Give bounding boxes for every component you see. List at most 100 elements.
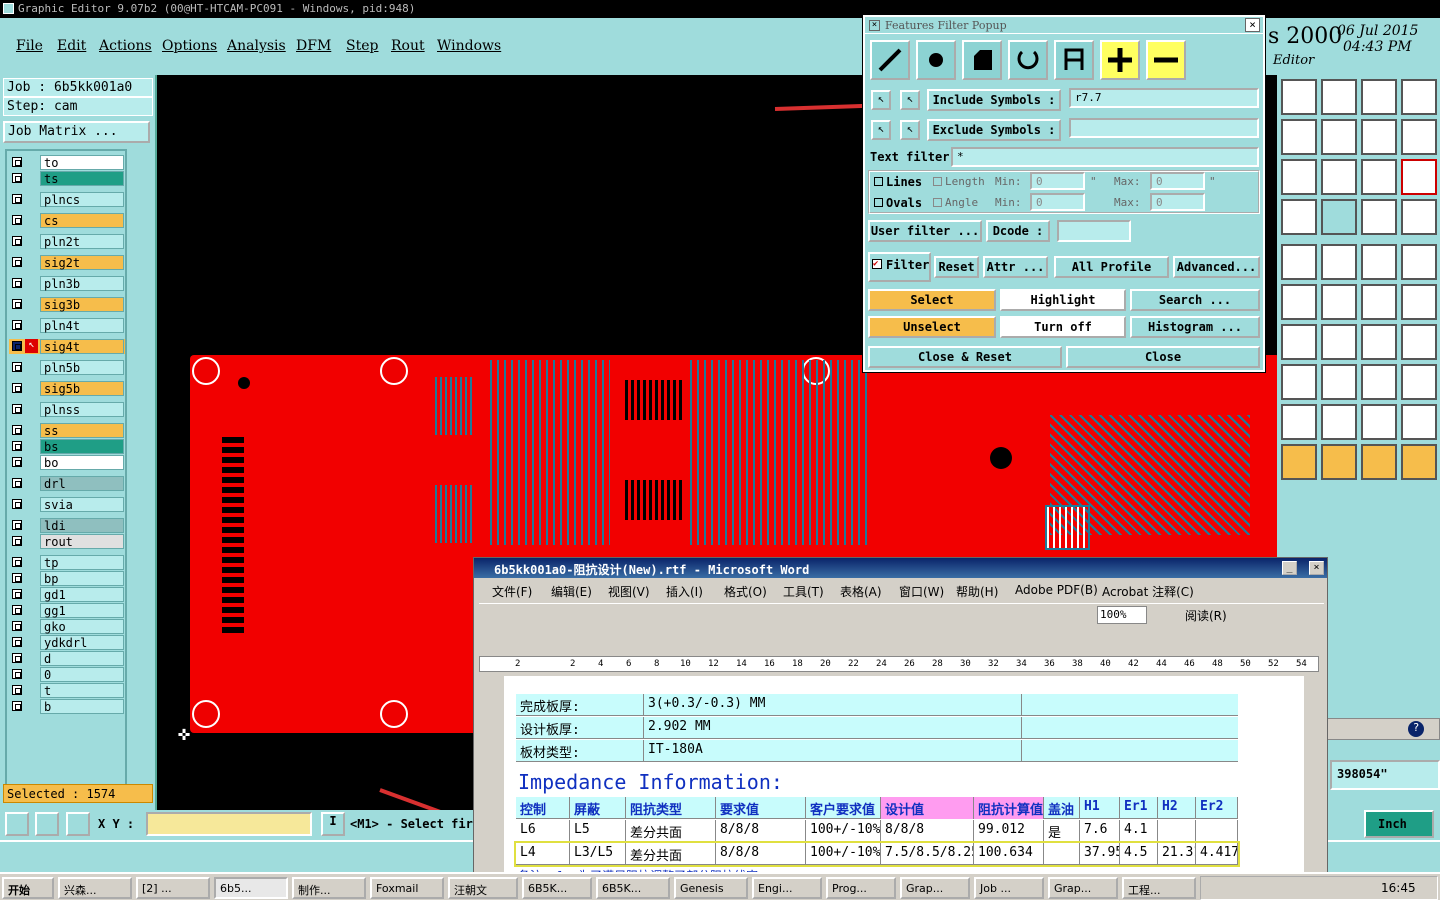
layer-row[interactable]: svia bbox=[9, 497, 125, 512]
user-filter-button[interactable]: User filter ... bbox=[868, 220, 982, 242]
layer-checkbox[interactable] bbox=[12, 701, 22, 711]
popup-menu-icon[interactable]: × bbox=[869, 20, 880, 31]
taskbar-item[interactable]: 汪朝文 bbox=[448, 877, 518, 899]
word-menu-format[interactable]: 格式(O) bbox=[724, 583, 767, 600]
layer-row[interactable]: sig2t bbox=[9, 255, 125, 270]
help-icon[interactable] bbox=[1401, 159, 1437, 195]
menu-rout[interactable]: Rout bbox=[391, 38, 425, 54]
layer-checkbox[interactable] bbox=[12, 341, 22, 351]
layer-checkbox[interactable] bbox=[12, 299, 22, 309]
measure-icon[interactable] bbox=[35, 812, 59, 836]
taskbar-item[interactable]: Genesis bbox=[674, 877, 748, 899]
tool-icon[interactable] bbox=[1281, 119, 1317, 155]
tool-icon[interactable] bbox=[1321, 79, 1357, 115]
positive-polarity-icon[interactable] bbox=[1100, 40, 1140, 80]
taskbar-item[interactable]: Foxmail bbox=[370, 877, 444, 899]
pointer-icon[interactable] bbox=[1401, 444, 1437, 480]
layer-checkbox[interactable] bbox=[12, 194, 22, 204]
tool-icon[interactable] bbox=[1361, 159, 1397, 195]
taskbar-item[interactable]: Grap... bbox=[900, 877, 970, 899]
tool-icon[interactable] bbox=[1361, 244, 1397, 280]
xy-input[interactable] bbox=[146, 812, 312, 836]
start-button[interactable]: 开始 bbox=[2, 877, 54, 899]
menu-windows[interactable]: Windows bbox=[437, 38, 501, 54]
layer-row[interactable]: ldi bbox=[9, 518, 125, 533]
dcode-input[interactable] bbox=[1057, 220, 1131, 242]
menu-dfm[interactable]: DFM bbox=[296, 38, 331, 54]
word-menu-window[interactable]: 窗口(W) bbox=[899, 583, 944, 600]
taskbar-item[interactable]: 兴森... bbox=[58, 877, 132, 899]
tool-icon[interactable] bbox=[1361, 284, 1397, 320]
taskbar-item[interactable]: [2] ... bbox=[136, 877, 210, 899]
read-button[interactable]: 阅读(R) bbox=[1185, 607, 1227, 624]
ovals-checkbox[interactable] bbox=[874, 198, 883, 207]
tool-icon[interactable] bbox=[1401, 324, 1437, 360]
layer-checkbox[interactable] bbox=[12, 257, 22, 267]
layer-checkbox[interactable] bbox=[12, 669, 22, 679]
layer-row[interactable]: 0 bbox=[9, 667, 125, 682]
pointer-icon[interactable] bbox=[1321, 444, 1357, 480]
help-icon[interactable]: ? bbox=[1408, 721, 1424, 737]
tool-icon[interactable] bbox=[1321, 404, 1357, 440]
word-menu-tools[interactable]: 工具(T) bbox=[783, 583, 824, 600]
layer-row[interactable]: b bbox=[9, 699, 125, 714]
layer-checkbox[interactable] bbox=[12, 520, 22, 530]
layer-checkbox[interactable] bbox=[12, 278, 22, 288]
layer-row[interactable]: sig3b bbox=[9, 297, 125, 312]
taskbar-item[interactable]: 工程... bbox=[1122, 877, 1196, 899]
menu-step[interactable]: Step bbox=[346, 38, 378, 54]
close-button[interactable]: Close bbox=[1066, 346, 1260, 368]
reset-button[interactable]: Reset bbox=[934, 256, 979, 278]
layer-row[interactable]: bo bbox=[9, 455, 125, 470]
tool-icon[interactable] bbox=[1281, 199, 1317, 235]
include-symbols-button[interactable]: Include Symbols : bbox=[927, 89, 1061, 111]
taskbar-item[interactable]: Engi... bbox=[752, 877, 822, 899]
all-profile-dropdown[interactable]: All Profile bbox=[1054, 256, 1169, 278]
layer-checkbox[interactable] bbox=[12, 173, 22, 183]
tool-icon[interactable] bbox=[1401, 119, 1437, 155]
tool-icon[interactable] bbox=[1361, 199, 1397, 235]
menu-file[interactable]: File bbox=[16, 38, 43, 54]
layer-row[interactable]: plnss bbox=[9, 402, 125, 417]
layer-row[interactable]: bs bbox=[9, 439, 125, 454]
surface-feature-icon[interactable] bbox=[962, 40, 1002, 80]
job-matrix-button[interactable]: Job Matrix ... bbox=[3, 121, 150, 143]
length-max-input[interactable]: 0 bbox=[1150, 172, 1205, 190]
close-icon[interactable]: × bbox=[1309, 561, 1324, 575]
menu-actions[interactable]: Actions bbox=[99, 38, 152, 54]
taskbar-item[interactable]: Job ... bbox=[974, 877, 1044, 899]
word-document[interactable]: 完成板厚: 3(+0.3/-0.3) MM 设计板厚: 2.902 MM 板材类型:… bbox=[504, 676, 1304, 874]
tool-icon[interactable] bbox=[1361, 404, 1397, 440]
pointer-icon[interactable] bbox=[1281, 444, 1317, 480]
layer-checkbox[interactable] bbox=[12, 383, 22, 393]
zoom-icon[interactable] bbox=[5, 812, 29, 836]
unit-dropdown[interactable]: Inch bbox=[1364, 810, 1434, 838]
select-button[interactable]: Select bbox=[868, 289, 996, 311]
unselect-button[interactable]: Unselect bbox=[868, 316, 996, 338]
layer-checkbox[interactable] bbox=[12, 425, 22, 435]
taskbar-item[interactable]: 制作... bbox=[292, 877, 366, 899]
taskbar-item[interactable]: 6B5K... bbox=[596, 877, 670, 899]
tool-icon[interactable] bbox=[1361, 119, 1397, 155]
attr-button[interactable]: Attr ... bbox=[983, 256, 1048, 278]
tool-icon[interactable] bbox=[1321, 119, 1357, 155]
tool-icon[interactable] bbox=[1401, 284, 1437, 320]
advanced-button[interactable]: Advanced... bbox=[1173, 256, 1260, 278]
layer-checkbox[interactable] bbox=[12, 605, 22, 615]
layer-checkbox[interactable] bbox=[12, 637, 22, 647]
layer-row[interactable]: pln2t bbox=[9, 234, 125, 249]
layer-row[interactable]: pln4t bbox=[9, 318, 125, 333]
popup-close-icon[interactable]: × bbox=[1245, 18, 1260, 32]
exclude-symbols-input[interactable] bbox=[1069, 118, 1259, 138]
tool-icon[interactable] bbox=[1281, 244, 1317, 280]
tool-icon[interactable] bbox=[1401, 79, 1437, 115]
angle-min-input[interactable]: 0 bbox=[1030, 193, 1085, 211]
tool-icon[interactable] bbox=[1321, 284, 1357, 320]
word-menu-edit[interactable]: 编辑(E) bbox=[551, 583, 592, 600]
taskbar-item[interactable]: Grap... bbox=[1048, 877, 1118, 899]
layer-row[interactable]: cs bbox=[9, 213, 125, 228]
tool-icon[interactable] bbox=[1321, 159, 1357, 195]
filter-toggle[interactable]: ✔ Filter bbox=[868, 252, 931, 282]
length-min-input[interactable]: 0 bbox=[1030, 172, 1085, 190]
turn-off-button[interactable]: Turn off bbox=[1000, 316, 1126, 338]
